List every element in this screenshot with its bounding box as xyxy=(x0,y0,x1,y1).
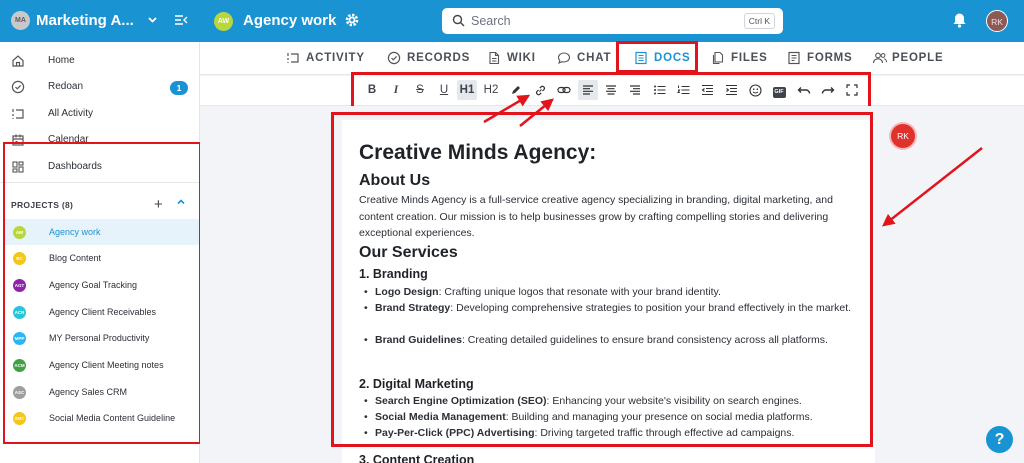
chevron-down-icon[interactable] xyxy=(147,14,158,28)
gear-icon[interactable] xyxy=(344,12,360,33)
top-bar: MA Marketing A... AW Agency work Search … xyxy=(0,0,1024,42)
collapse-sidebar-icon[interactable] xyxy=(174,13,188,32)
activity-icon xyxy=(286,51,300,70)
document-highlight-box xyxy=(331,112,873,447)
docs-tab-highlight-box xyxy=(616,41,698,73)
forms-icon xyxy=(787,51,801,70)
toolbar-highlight-box xyxy=(351,72,871,110)
check-circle-icon xyxy=(387,51,401,70)
count-badge: 1 xyxy=(170,81,188,95)
project-title: Agency work xyxy=(243,12,337,29)
search-placeholder: Search xyxy=(471,14,511,28)
search-shortcut: Ctrl K xyxy=(743,13,775,29)
tab-label: FILES xyxy=(731,52,768,64)
tab-label: WIKI xyxy=(507,52,536,64)
search-input[interactable]: Search Ctrl K xyxy=(442,8,783,34)
avatar[interactable]: RK xyxy=(986,10,1008,32)
tab-bar: ACTIVITY RECORDS WIKI CHAT DOCS FILES FO… xyxy=(200,42,1024,75)
sidebar-item-redoan[interactable]: Redoan 1 xyxy=(0,75,199,101)
tab-label: ACTIVITY xyxy=(306,52,365,64)
chat-icon xyxy=(557,51,571,70)
sidebar-item-all-activity[interactable]: All Activity xyxy=(0,102,199,128)
files-icon xyxy=(711,51,725,70)
workspace-name[interactable]: Marketing A... xyxy=(36,12,134,29)
content-creation-heading[interactable]: 3. Content Creation xyxy=(359,453,474,463)
activity-icon xyxy=(11,107,25,121)
home-icon xyxy=(11,54,25,68)
check-circle-icon xyxy=(11,80,25,94)
tab-label: RECORDS xyxy=(407,52,471,64)
sidebar-item-label: Home xyxy=(48,55,75,66)
collaborator-avatar[interactable]: RK xyxy=(891,124,915,148)
tab-label: FORMS xyxy=(807,52,853,64)
people-icon xyxy=(872,51,888,70)
search-icon xyxy=(452,14,465,32)
sidebar-item-home[interactable]: Home xyxy=(0,49,199,75)
tab-label: PEOPLE xyxy=(892,52,944,64)
sidebar-item-label: Redoan xyxy=(48,81,84,92)
bell-icon[interactable] xyxy=(952,12,967,33)
help-button[interactable]: ? xyxy=(986,426,1013,453)
workspace-avatar[interactable]: MA xyxy=(11,11,30,30)
tab-label: CHAT xyxy=(577,52,612,64)
project-avatar: AW xyxy=(214,12,233,31)
sidebar-item-label: All Activity xyxy=(48,108,94,119)
file-icon xyxy=(487,51,501,70)
projects-highlight-box xyxy=(3,142,201,444)
